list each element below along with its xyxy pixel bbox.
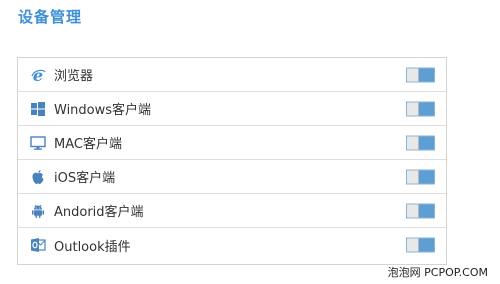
toggle-knob [407,238,419,252]
device-label: Andorid客户端 [54,205,144,220]
outlook-plugin-toggle[interactable] [406,237,435,253]
list-item: Outlook插件 [18,228,446,262]
toggle-knob [407,102,419,115]
ios-client-toggle[interactable] [406,169,435,184]
windows-icon [30,101,46,117]
svg-text:e: e [33,67,43,83]
android-client-toggle[interactable] [406,203,435,218]
device-label: Outlook插件 [54,239,131,255]
monitor-icon [30,135,46,151]
internet-explorer-icon: e [30,67,46,83]
list-item: Windows客户端 [18,92,446,126]
list-item: Andorid客户端 [18,194,446,228]
toggle-knob [407,170,419,183]
toggle-knob [407,136,419,149]
watermark: 泡泡网 PCPOP.COM [387,266,488,279]
list-item: MAC客户端 [18,126,446,160]
toggle-knob [407,68,419,81]
device-list: e 浏览器 Windows客户端 MAC客户端 iOS客户端 Andorid客户… [17,57,447,265]
browser-toggle[interactable] [406,67,435,82]
list-item: e 浏览器 [18,58,446,92]
device-label: MAC客户端 [54,137,122,152]
toggle-knob [407,204,419,217]
apple-icon [30,169,46,185]
page-title: 设备管理 [18,8,83,26]
mac-client-toggle[interactable] [406,135,435,150]
device-label: iOS客户端 [54,171,116,186]
list-item: iOS客户端 [18,160,446,194]
android-icon [30,203,46,219]
outlook-icon [30,237,46,253]
windows-client-toggle[interactable] [406,101,435,116]
device-label: 浏览器 [54,69,94,84]
device-label: Windows客户端 [54,103,152,118]
